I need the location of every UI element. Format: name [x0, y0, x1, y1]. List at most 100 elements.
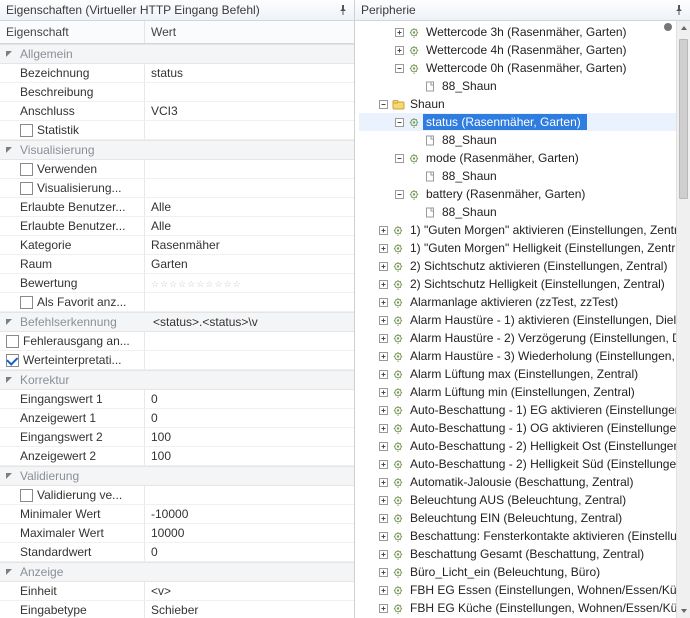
expand-icon[interactable] — [393, 26, 405, 38]
property-value[interactable]: -10000 — [145, 505, 354, 523]
expand-icon[interactable] — [377, 548, 389, 560]
expand-icon[interactable] — [377, 476, 389, 488]
property-value[interactable]: Alle — [145, 217, 354, 235]
tree-node[interactable]: FBH EG Essen (Einstellungen, Wohnen/Esse… — [359, 581, 676, 599]
tree-node[interactable]: Alarm Lüftung min (Einstellungen, Zentra… — [359, 383, 676, 401]
tree-node[interactable]: Auto-Beschattung - 2) Helligkeit Süd (Ei… — [359, 455, 676, 473]
expand-icon[interactable] — [377, 260, 389, 272]
property-value[interactable] — [145, 300, 354, 304]
tree-node[interactable]: Beschattung: Fensterkontakte aktivieren … — [359, 527, 676, 545]
tree-node[interactable]: Alarm Haustüre - 2) Verzögerung (Einstel… — [359, 329, 676, 347]
expand-icon[interactable] — [377, 386, 389, 398]
expand-icon[interactable] — [377, 602, 389, 614]
expand-icon[interactable] — [377, 242, 389, 254]
col-value[interactable]: Wert — [145, 21, 354, 43]
checkbox[interactable] — [6, 354, 19, 367]
tree-node[interactable]: status (Rasenmäher, Garten) — [359, 113, 676, 131]
tree-node[interactable]: 2) Sichtschutz Helligkeit (Einstellungen… — [359, 275, 676, 293]
tree-node[interactable]: Büro_Licht_ein (Beleuchtung, Büro) — [359, 563, 676, 581]
property-row[interactable]: Werteinterpretati... — [0, 351, 354, 370]
scrollbar-thumb[interactable] — [679, 39, 688, 199]
checkbox[interactable] — [6, 335, 19, 348]
property-value[interactable]: Garten — [145, 255, 354, 273]
expand-icon[interactable] — [377, 404, 389, 416]
tree-node[interactable]: Auto-Beschattung - 1) EG aktivieren (Ein… — [359, 401, 676, 419]
scroll-down-icon[interactable] — [677, 604, 690, 618]
category-header[interactable]: Visualisierung — [0, 140, 354, 160]
collapse-icon[interactable] — [393, 188, 405, 200]
expand-icon[interactable] — [377, 512, 389, 524]
col-property[interactable]: Eigenschaft — [0, 21, 145, 43]
property-value[interactable]: <v> — [145, 582, 354, 600]
scroll-up-icon[interactable] — [677, 21, 690, 35]
checkbox[interactable] — [20, 124, 33, 137]
property-value[interactable] — [145, 493, 354, 497]
collapse-icon[interactable] — [2, 47, 16, 61]
property-value[interactable]: 0 — [145, 543, 354, 561]
property-row[interactable]: Fehlerausgang an... — [0, 332, 354, 351]
category-header[interactable]: Allgemein — [0, 44, 354, 64]
property-row[interactable]: RaumGarten — [0, 255, 354, 274]
expand-icon[interactable] — [377, 296, 389, 308]
tree-node[interactable]: Alarm Haustüre - 3) Wiederholung (Einste… — [359, 347, 676, 365]
tree-node[interactable]: 88_Shaun — [359, 203, 676, 221]
tree-node[interactable]: 88_Shaun — [359, 77, 676, 95]
property-row[interactable]: Beschreibung — [0, 83, 354, 102]
tree-node[interactable]: 1) "Guten Morgen" Helligkeit (Einstellun… — [359, 239, 676, 257]
collapse-icon[interactable] — [393, 116, 405, 128]
collapse-icon[interactable] — [2, 469, 16, 483]
property-value[interactable]: Alle — [145, 198, 354, 216]
property-row[interactable]: KategorieRasenmäher — [0, 236, 354, 255]
property-value[interactable] — [145, 358, 354, 362]
tree-node[interactable]: 88_Shaun — [359, 131, 676, 149]
tree-node[interactable]: Wettercode 0h (Rasenmäher, Garten) — [359, 59, 676, 77]
tree-node[interactable]: Beschattung Gesamt (Beschattung, Zentral… — [359, 545, 676, 563]
pin-icon[interactable] — [674, 5, 684, 15]
property-value[interactable] — [145, 128, 354, 132]
collapse-icon[interactable] — [2, 315, 16, 329]
collapse-icon[interactable] — [2, 143, 16, 157]
property-row[interactable]: Erlaubte Benutzer...Alle — [0, 198, 354, 217]
property-value[interactable]: 0 — [145, 409, 354, 427]
property-row[interactable]: Standardwert0 — [0, 543, 354, 562]
tree-node[interactable]: battery (Rasenmäher, Garten) — [359, 185, 676, 203]
property-row[interactable]: Validierung ve... — [0, 486, 354, 505]
property-value[interactable]: 10000 — [145, 524, 354, 542]
tree-node[interactable]: FBH EG Küche (Einstellungen, Wohnen/Esse… — [359, 599, 676, 617]
property-row[interactable]: Erlaubte Benutzer...Alle — [0, 217, 354, 236]
property-value[interactable]: VCI3 — [145, 102, 354, 120]
collapse-icon[interactable] — [2, 565, 16, 579]
expand-icon[interactable] — [377, 368, 389, 380]
tree-node[interactable]: 2) Sichtschutz aktivieren (Einstellungen… — [359, 257, 676, 275]
property-value[interactable] — [145, 90, 354, 94]
property-value[interactable] — [145, 167, 354, 171]
tree-node[interactable]: Shaun — [359, 95, 676, 113]
tree-node[interactable]: Alarmanlage aktivieren (zzTest, zzTest) — [359, 293, 676, 311]
tree-node[interactable]: 1) "Guten Morgen" aktivieren (Einstellun… — [359, 221, 676, 239]
tree-node[interactable]: mode (Rasenmäher, Garten) — [359, 149, 676, 167]
collapse-icon[interactable] — [2, 373, 16, 387]
category-header[interactable]: Korrektur — [0, 370, 354, 390]
scrollbar[interactable] — [676, 21, 690, 618]
property-value[interactable]: 100 — [145, 428, 354, 446]
property-value[interactable] — [145, 339, 354, 343]
expand-icon[interactable] — [377, 350, 389, 362]
expand-icon[interactable] — [377, 494, 389, 506]
tree-node[interactable]: Beleuchtung AUS (Beleuchtung, Zentral) — [359, 491, 676, 509]
property-row[interactable]: Eingangswert 2100 — [0, 428, 354, 447]
expand-icon[interactable] — [393, 44, 405, 56]
pin-icon[interactable] — [338, 5, 348, 15]
tree-node[interactable]: Wettercode 3h (Rasenmäher, Garten) — [359, 23, 676, 41]
tree-node[interactable]: Beleuchtung EIN (Beleuchtung, Zentral) — [359, 509, 676, 527]
property-value[interactable]: 0 — [145, 390, 354, 408]
expand-icon[interactable] — [377, 584, 389, 596]
property-row[interactable]: Anzeigewert 2100 — [0, 447, 354, 466]
property-value[interactable]: ☆☆☆☆☆☆☆☆☆☆ — [145, 274, 354, 292]
expand-icon[interactable] — [377, 278, 389, 290]
property-value[interactable]: status — [145, 64, 354, 82]
property-row[interactable]: Bewertung☆☆☆☆☆☆☆☆☆☆ — [0, 274, 354, 293]
expand-icon[interactable] — [377, 440, 389, 452]
expand-icon[interactable] — [377, 332, 389, 344]
property-value[interactable]: Rasenmäher — [145, 236, 354, 254]
checkbox[interactable] — [20, 163, 33, 176]
